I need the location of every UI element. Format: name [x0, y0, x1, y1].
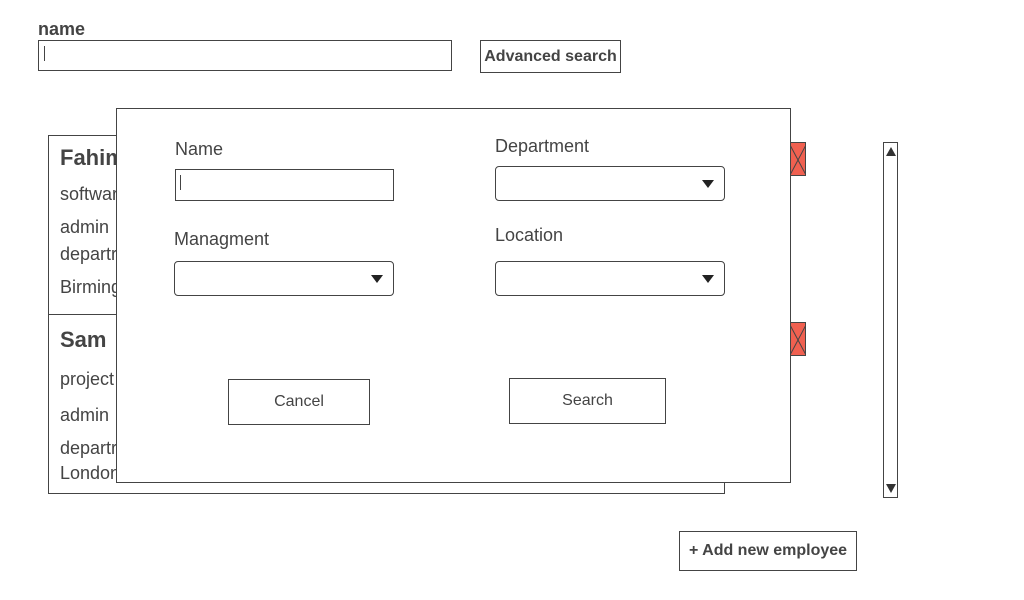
- search-name-label: name: [38, 19, 86, 39]
- text-cursor: [180, 175, 181, 190]
- advanced-search-dialog: Name Department Managment Location Cance…: [116, 108, 791, 483]
- modal-location-label: Location: [495, 225, 564, 245]
- cancel-button[interactable]: Cancel: [228, 379, 370, 425]
- employee-title: project: [60, 369, 115, 389]
- delete-icon: [789, 323, 805, 355]
- department-select[interactable]: [495, 166, 725, 201]
- employee-name: Sam: [60, 327, 107, 352]
- employee-department: departr: [60, 244, 118, 264]
- add-employee-button[interactable]: + Add new employee: [679, 531, 857, 571]
- search-button[interactable]: Search: [509, 378, 666, 424]
- modal-management-label: Managment: [174, 229, 270, 249]
- delete-icon: [789, 143, 805, 175]
- list-scrollbar[interactable]: [883, 142, 898, 498]
- advanced-search-button[interactable]: Advanced search: [480, 40, 621, 73]
- employee-location: Birming: [60, 277, 122, 297]
- modal-name-input[interactable]: [175, 169, 394, 201]
- employee-title: softwar: [60, 184, 119, 204]
- location-select[interactable]: [495, 261, 725, 296]
- modal-name-label: Name: [175, 139, 224, 159]
- management-select[interactable]: [174, 261, 394, 296]
- employee-department: departr: [60, 438, 118, 458]
- employee-role: admin: [60, 405, 110, 425]
- scroll-down-icon[interactable]: [886, 484, 896, 493]
- employee-location: London: [60, 463, 121, 483]
- chevron-down-icon: [702, 180, 714, 188]
- text-cursor: [44, 46, 45, 61]
- search-name-input[interactable]: [38, 40, 452, 71]
- scroll-up-icon[interactable]: [886, 147, 896, 156]
- employee-role: admin: [60, 217, 110, 237]
- chevron-down-icon: [371, 275, 383, 283]
- modal-department-label: Department: [495, 136, 590, 156]
- chevron-down-icon: [702, 275, 714, 283]
